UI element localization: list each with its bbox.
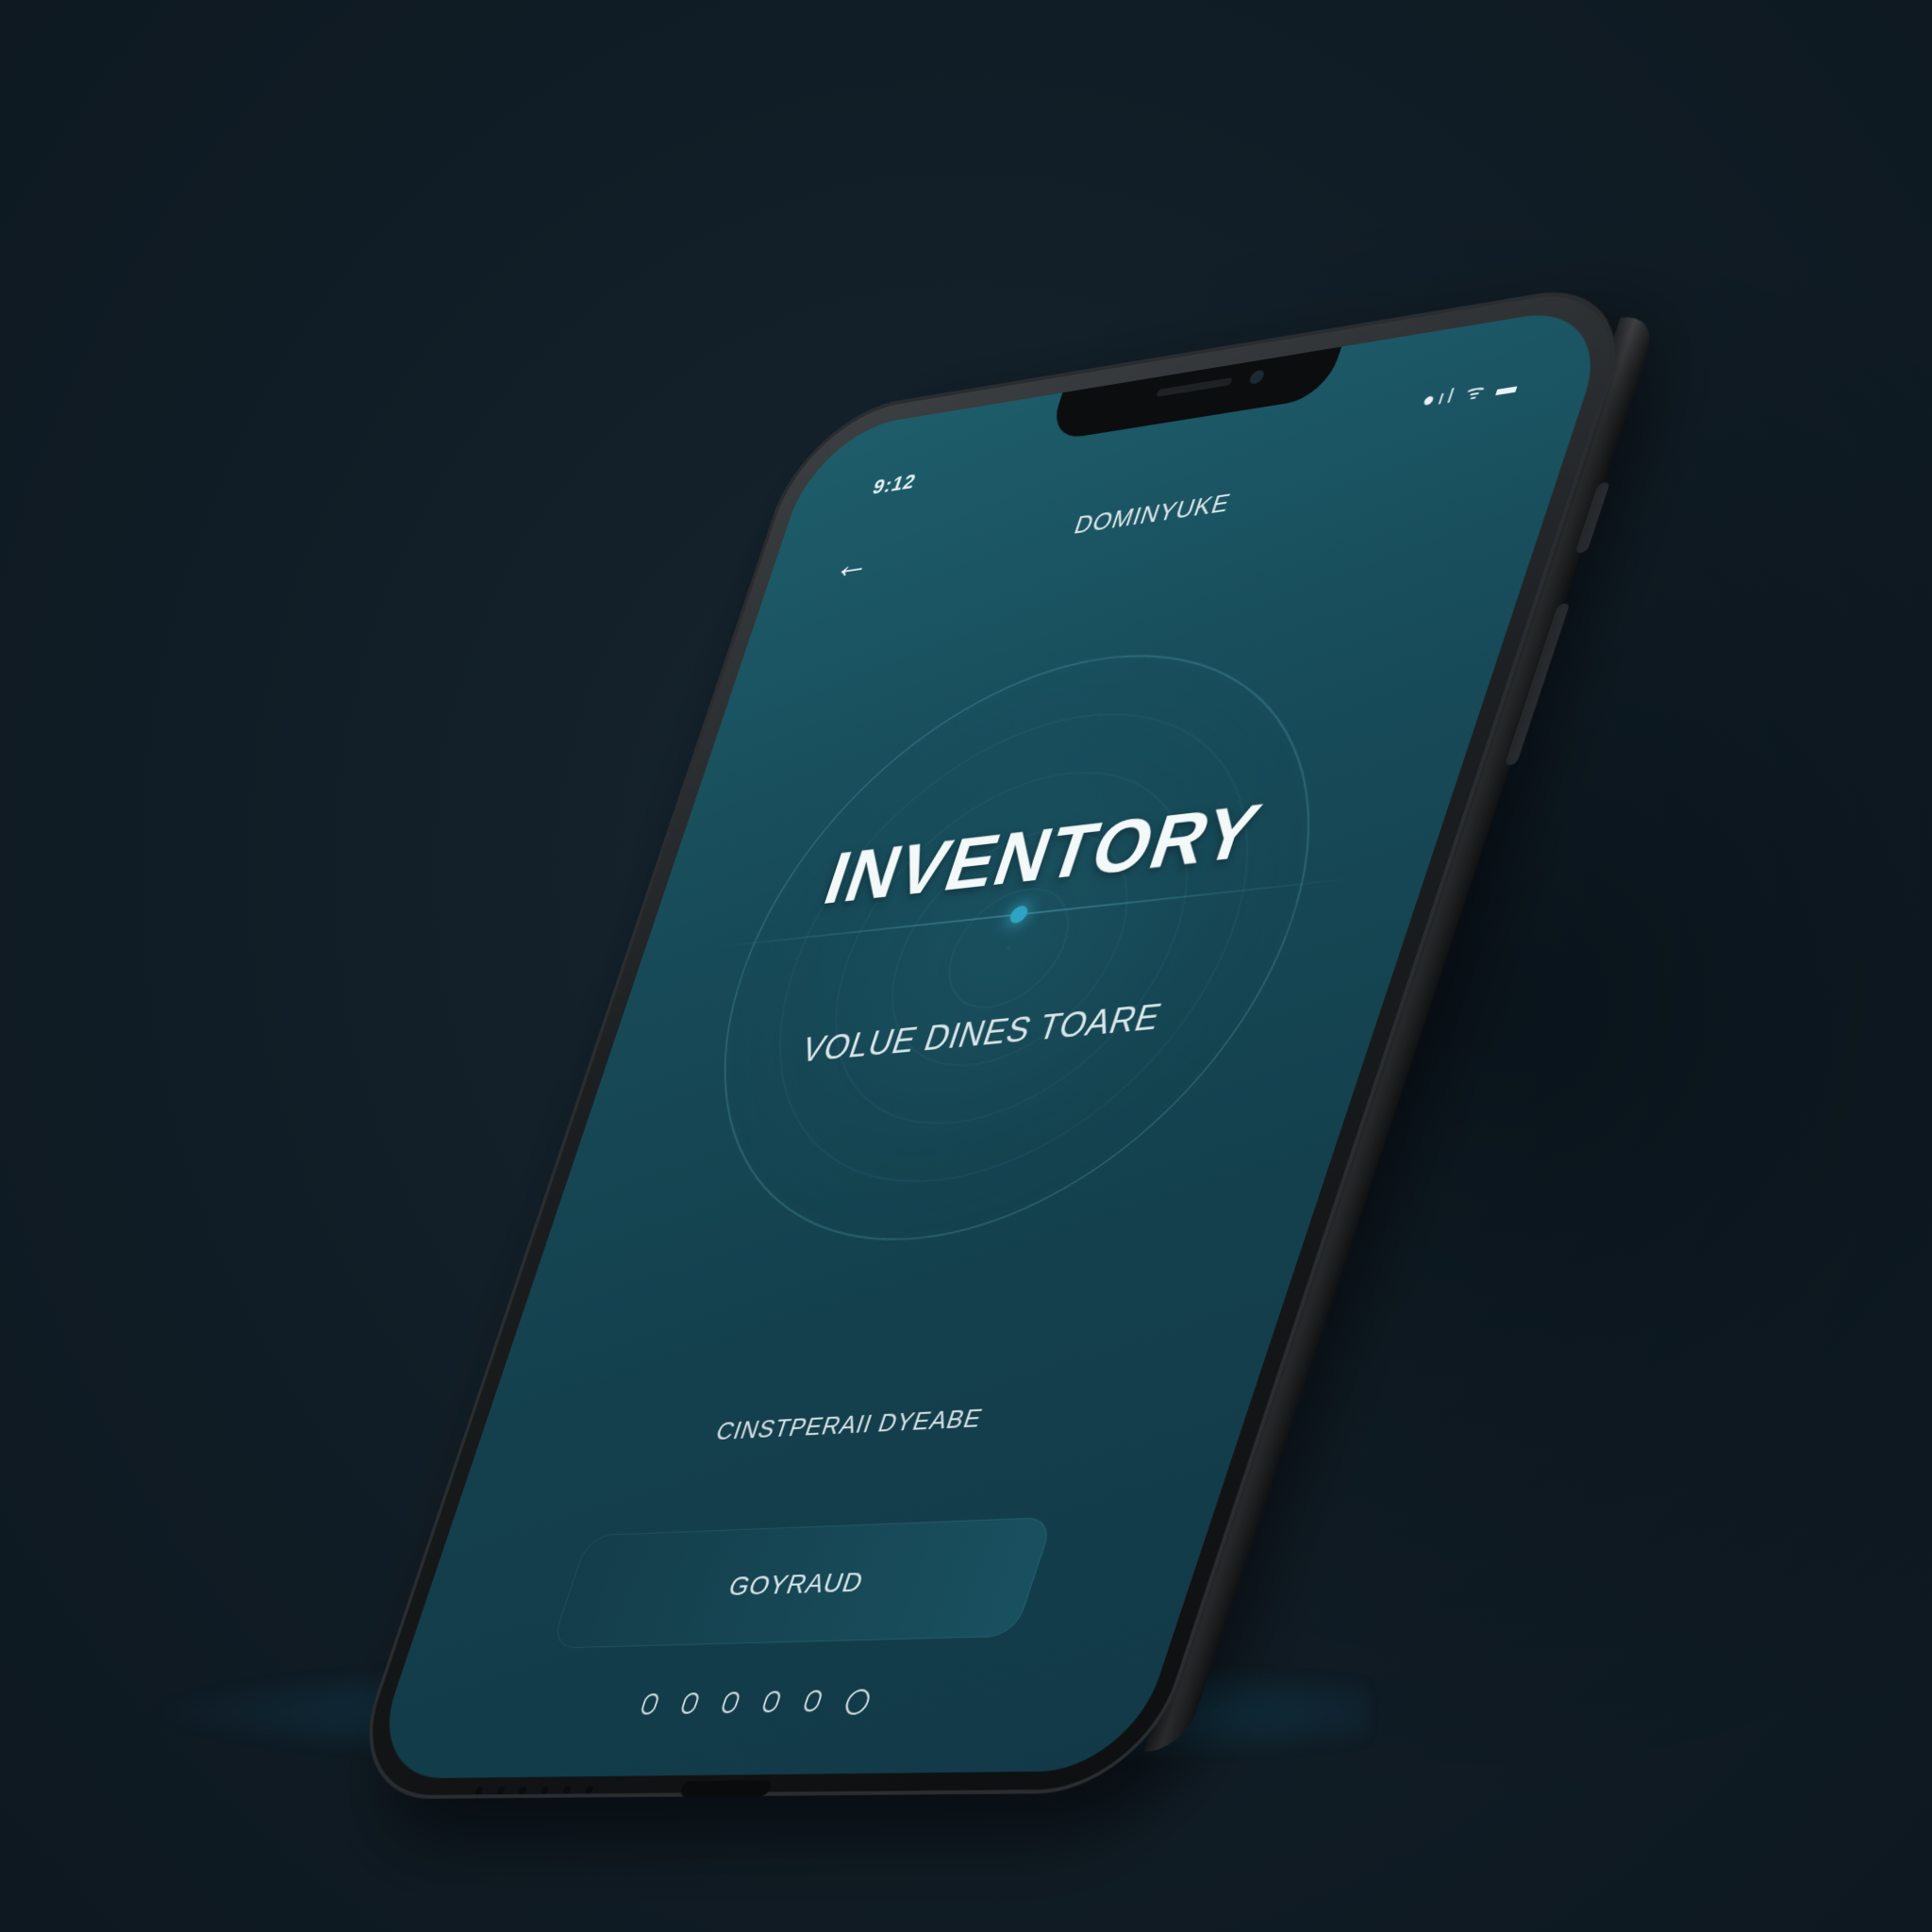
cta-label: GOYRAUD: [724, 1566, 868, 1602]
status-time: 9:12: [870, 469, 920, 499]
page-dot[interactable]: [639, 1693, 661, 1715]
front-camera: [1247, 369, 1266, 385]
page-dot[interactable]: [720, 1691, 741, 1714]
radar-graphic: [645, 618, 1393, 1259]
page-indicator: [385, 1683, 1158, 1723]
status-icons: ●ıl ᯤ ▬: [1419, 375, 1525, 412]
page-dot[interactable]: [679, 1692, 701, 1714]
phone-body: 9:12 ●ıl ᯤ ▬ ← DOMINYUKE INVENTORY VOLUE…: [341, 275, 1646, 1800]
notch: [1045, 346, 1342, 442]
speaker-grille: [1156, 377, 1233, 397]
page-dot[interactable]: [802, 1690, 824, 1712]
page-dot[interactable]: [760, 1690, 783, 1713]
header-title: DOMINYUKE: [1071, 487, 1235, 540]
bottom-speaker-grille: [474, 1786, 594, 1795]
caption-text: CINSTPERAII DYEABE: [712, 1403, 987, 1446]
phone-mockup: 9:12 ●ıl ᯤ ▬ ← DOMINYUKE INVENTORY VOLUE…: [341, 275, 1661, 1800]
page-dot-active[interactable]: [841, 1689, 874, 1715]
charging-port: [678, 1780, 774, 1797]
primary-cta-button[interactable]: GOYRAUD: [550, 1516, 1055, 1649]
phone-screen: 9:12 ●ıl ᯤ ▬ ← DOMINYUKE INVENTORY VOLUE…: [366, 301, 1617, 1779]
